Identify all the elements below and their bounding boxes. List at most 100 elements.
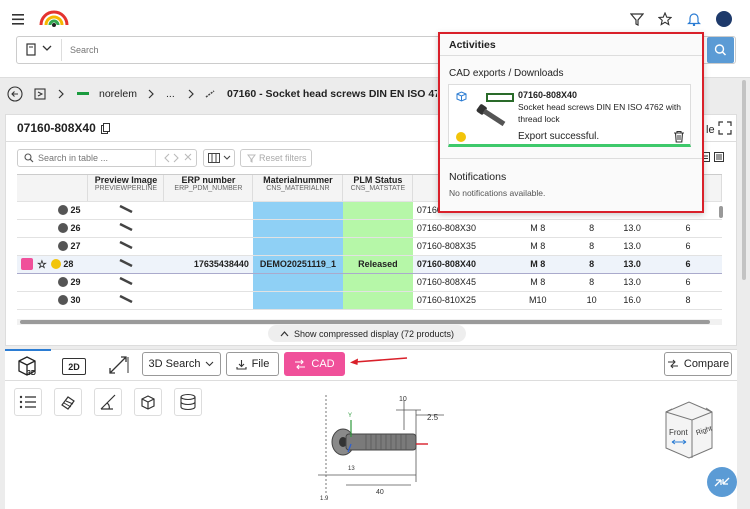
bounding-box-tool[interactable] (134, 388, 162, 416)
measure-icon[interactable] (108, 355, 130, 375)
trash-icon[interactable] (673, 130, 685, 143)
row-number: 28 (63, 258, 74, 269)
header-label: Materialnummer (263, 175, 333, 186)
logo[interactable] (38, 9, 70, 29)
material-number (252, 201, 343, 220)
product-name: 07160-808X30 (412, 219, 502, 238)
angle-icon (100, 394, 116, 410)
detail-view-icon[interactable] (714, 152, 724, 162)
document-icon[interactable] (26, 43, 36, 56)
value-cell: 13.0 (609, 237, 655, 256)
page-scrollbar[interactable] (742, 80, 746, 280)
filter-icon[interactable] (630, 12, 644, 26)
preview-image[interactable] (87, 273, 164, 292)
row-controls[interactable]: 30 (17, 291, 88, 310)
row-controls[interactable]: 26 (17, 219, 88, 238)
preview-image[interactable] (87, 254, 164, 274)
value-cell: 8 (573, 273, 610, 292)
row-edit-icon[interactable] (21, 258, 33, 270)
row-controls[interactable]: 27 (17, 237, 88, 256)
layers-tool[interactable] (174, 388, 202, 416)
3d-search-button[interactable]: 3D Search (142, 352, 221, 376)
norelem-icon (77, 92, 89, 95)
chevron-down-icon[interactable] (42, 45, 52, 52)
fullscreen-icon[interactable] (718, 121, 732, 135)
table-hscroll[interactable] (20, 320, 710, 324)
divider (440, 55, 702, 56)
table-search-input[interactable] (38, 151, 150, 165)
preview-image[interactable] (87, 237, 164, 256)
tab-2d[interactable]: 2D (62, 358, 86, 375)
erp-number (163, 219, 253, 238)
breadcrumb-item-norelem[interactable]: norelem (99, 88, 137, 100)
section-tool[interactable] (54, 388, 82, 416)
star-icon[interactable]: ☆ (37, 259, 47, 271)
table-row[interactable]: 30 07160-810X25 M10 10 16.0 8 (17, 291, 722, 310)
table-row[interactable]: 27 07160-808X35 M 8 8 13.0 6 (17, 237, 722, 256)
search-button[interactable] (707, 37, 734, 63)
avatar[interactable] (716, 11, 732, 27)
export-thumbnail (468, 91, 516, 127)
bell-icon[interactable] (687, 12, 701, 26)
reset-filters-button[interactable]: Reset filters (240, 149, 312, 167)
plm-status (342, 291, 413, 310)
catalog-icon[interactable] (34, 88, 46, 100)
table-row[interactable]: ☆ 28 17635438440 DEMO20251119_1 Released 071… (17, 254, 722, 274)
preview-image[interactable] (87, 201, 164, 220)
search-input[interactable] (70, 41, 430, 59)
status-dot (58, 277, 68, 288)
parts-list-tool[interactable] (14, 388, 42, 416)
header-materialnummer[interactable]: Materialnummer CNS_MATERIALNR (252, 175, 344, 202)
compressed-display-toggle[interactable]: Show compressed display (72 products) (268, 325, 466, 342)
dim-label: 1.9 (320, 496, 329, 502)
3d-search-label: 3D Search (148, 358, 201, 370)
divider (5, 380, 737, 381)
table-vscroll[interactable] (719, 206, 723, 218)
row-number: 29 (70, 276, 81, 287)
dimension-tool[interactable] (94, 388, 122, 416)
cube-face-front[interactable]: Front (669, 428, 688, 437)
file-label: File (251, 358, 270, 370)
row-number: 30 (70, 294, 81, 305)
file-button[interactable]: File (226, 352, 279, 376)
row-controls[interactable]: 29 (17, 273, 88, 292)
next-icon[interactable] (172, 153, 180, 163)
header-sub: PREVIEWPERLINE (94, 185, 158, 193)
value-cell: 6 (654, 254, 722, 274)
breadcrumb-item-ellipsis[interactable]: ... (166, 88, 175, 100)
header-preview-image[interactable]: Preview Image PREVIEWPERLINE (87, 175, 165, 202)
menu-icon[interactable] (12, 14, 24, 25)
value-cell: 6 (654, 237, 722, 256)
panel-label-cut: le (706, 124, 715, 136)
header-erp-number[interactable]: ERP number ERP_PDM_NUMBER (163, 175, 254, 202)
plm-status (342, 237, 413, 256)
back-icon[interactable] (7, 86, 23, 102)
status-dot (456, 132, 466, 142)
screw-icon (204, 89, 216, 99)
clear-icon[interactable] (183, 152, 193, 162)
row-number: 25 (70, 204, 81, 215)
cad-button[interactable]: CAD (284, 352, 345, 376)
compare-button[interactable]: Compare (664, 352, 732, 376)
value-cell: 6 (654, 273, 722, 292)
plm-status (342, 273, 413, 292)
table-row[interactable]: 29 07160-808X45 M 8 8 13.0 6 (17, 273, 722, 292)
prev-icon[interactable] (163, 153, 171, 163)
collapse-fab[interactable] (707, 467, 737, 497)
star-icon[interactable] (658, 12, 672, 26)
layers-icon (180, 393, 196, 411)
preview-image[interactable] (87, 291, 164, 310)
status-dot (58, 205, 68, 216)
row-controls[interactable]: 25 (17, 201, 88, 220)
header-plm-status[interactable]: PLM Status CNS_MATSTATE (342, 175, 414, 202)
thread-size: M 8 (501, 254, 574, 274)
product-name: 07160-808X45 (412, 273, 502, 292)
table-row[interactable]: 26 07160-808X30 M 8 8 13.0 6 (17, 219, 722, 238)
copy-icon[interactable] (101, 123, 110, 134)
view-cube[interactable]: Front Right (656, 398, 722, 462)
row-controls[interactable]: ☆ 28 (17, 254, 88, 274)
product-name: 07160-808X40 (412, 254, 502, 274)
preview-image[interactable] (87, 219, 164, 238)
header-sub: CNS_MATERIALNR (266, 185, 330, 193)
erp-number: 17635438440 (163, 254, 253, 274)
